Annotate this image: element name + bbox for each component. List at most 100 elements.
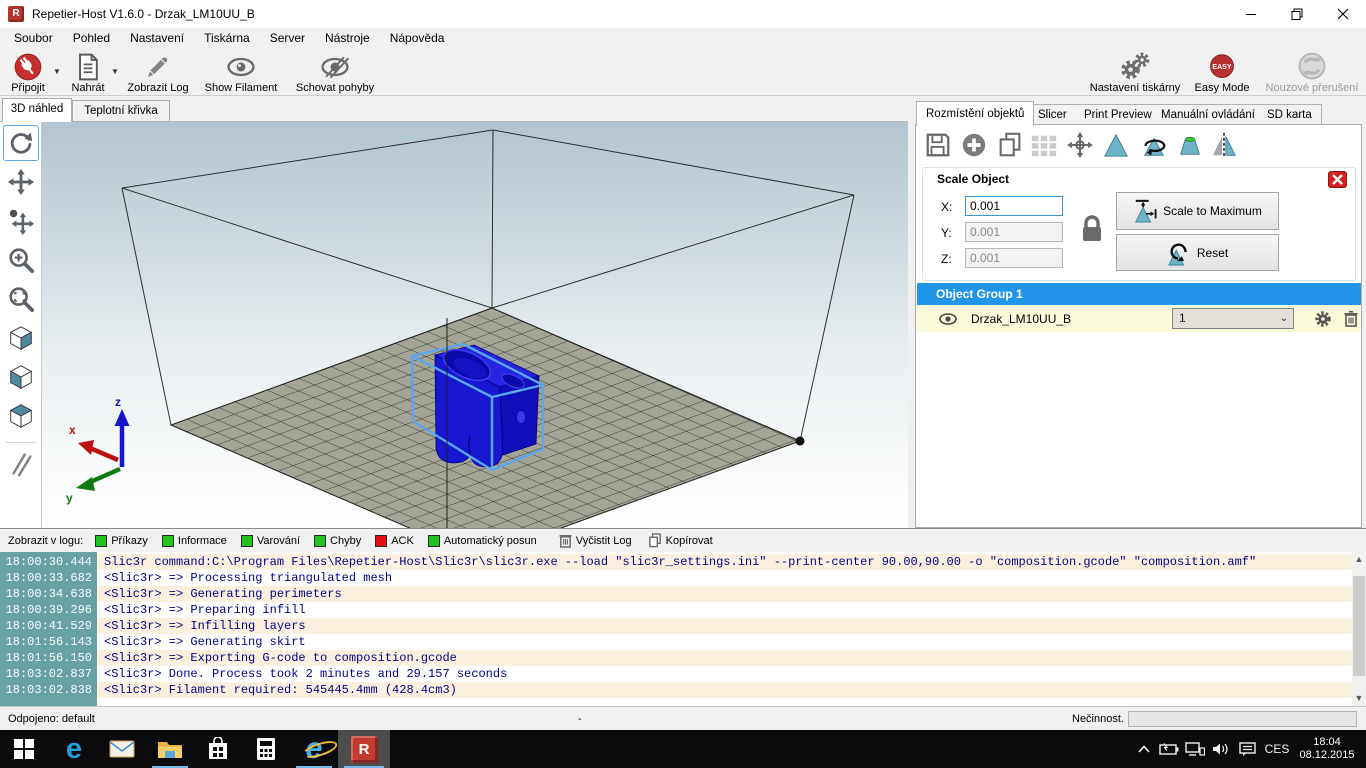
object-copies-value: 1 <box>1179 311 1186 325</box>
autoposition-button <box>1028 129 1060 161</box>
toggle-info[interactable]: Informace <box>162 535 227 547</box>
lock-aspect-button[interactable] <box>1078 212 1106 246</box>
zoom-button[interactable] <box>3 242 39 278</box>
scale-close-button[interactable] <box>1328 171 1347 188</box>
menu-nastroje[interactable]: Nástroje <box>315 28 380 48</box>
tray-chevron[interactable] <box>1132 730 1156 768</box>
scale-object-button[interactable] <box>1100 129 1132 161</box>
save-composition-button[interactable] <box>922 129 954 161</box>
tab-print-preview[interactable]: Print Preview <box>1075 104 1162 125</box>
show-log-button[interactable]: Zobrazit Log <box>124 50 192 94</box>
tray-network[interactable] <box>1182 730 1208 768</box>
scale-x-input[interactable] <box>965 196 1063 216</box>
object-copies-select[interactable]: 1 ⌄ <box>1172 308 1294 329</box>
rotate-object-icon <box>1139 131 1169 159</box>
scale-z-label: Z: <box>941 252 952 266</box>
toggle-commands[interactable]: Příkazy <box>95 535 148 547</box>
reset-button[interactable]: Reset <box>1116 234 1279 271</box>
toggle-ack[interactable]: ACK <box>375 535 414 547</box>
taskbar-store[interactable] <box>194 730 242 768</box>
show-filament-button[interactable]: Show Filament <box>198 50 284 94</box>
log-filter-bar: Zobrazit v logu: Příkazy Informace Varov… <box>0 528 1366 552</box>
move-object-button[interactable] <box>3 203 39 239</box>
menu-pohled[interactable]: Pohled <box>63 28 120 48</box>
mirror-object-button[interactable] <box>1208 129 1240 161</box>
close-x-icon <box>1332 174 1343 185</box>
close-button[interactable] <box>1320 0 1366 28</box>
tab-slicer[interactable]: Slicer <box>1029 104 1077 125</box>
tray-language[interactable]: CES <box>1260 730 1294 768</box>
menu-tiskarna[interactable]: Tiskárna <box>194 28 260 48</box>
rotate-view-button[interactable] <box>3 125 39 161</box>
menu-napoveda[interactable]: Nápověda <box>380 28 455 48</box>
parallel-projection-button[interactable] <box>3 446 39 482</box>
restore-button[interactable] <box>1274 0 1320 28</box>
copy-log-button[interactable]: Kopírovat <box>648 533 713 548</box>
object-delete-button[interactable] <box>1344 311 1358 327</box>
tab-object-placement[interactable]: Rozmístění objektů <box>916 101 1034 126</box>
printer-settings-button[interactable]: Nastavení tiskárny <box>1085 50 1185 94</box>
front-view-button[interactable] <box>3 359 39 395</box>
scroll-down-icon[interactable]: ▼ <box>1352 691 1366 706</box>
scale-to-maximum-button[interactable]: Scale to Maximum <box>1116 192 1279 230</box>
load-button[interactable]: Nahrát <box>64 50 112 94</box>
log-output[interactable]: 18:00:30.444Slic3r command:C:\Program Fi… <box>0 552 1366 706</box>
fit-view-button[interactable] <box>3 281 39 317</box>
log-row: 18:00:33.682<Slic3r> => Processing trian… <box>0 570 1352 586</box>
object-group-header[interactable]: Object Group 1 <box>917 283 1361 305</box>
taskbar-repetier-host[interactable]: R <box>338 730 390 768</box>
connection-status: Odpojeno: default <box>8 713 95 725</box>
log-row: 18:01:56.143<Slic3r> => Generating skirt <box>0 634 1352 650</box>
tray-notifications[interactable] <box>1234 730 1260 768</box>
tray-battery[interactable] <box>1156 730 1182 768</box>
taskbar-file-explorer[interactable] <box>146 730 194 768</box>
scroll-thumb[interactable] <box>1353 576 1365 676</box>
copy-object-button[interactable] <box>994 129 1026 161</box>
object-list-row[interactable]: Drzak_LM10UU_B 1 ⌄ <box>917 305 1361 332</box>
move-object-icon <box>7 207 35 235</box>
tab-sd-card[interactable]: SD karta <box>1258 104 1322 125</box>
network-icon <box>1185 742 1205 756</box>
connect-button[interactable]: Připojit <box>4 50 52 94</box>
tab-3d-preview[interactable]: 3D náhled <box>2 98 72 122</box>
menu-nastaveni[interactable]: Nastavení <box>120 28 194 48</box>
move-view-button[interactable] <box>3 164 39 200</box>
tray-volume[interactable] <box>1208 730 1234 768</box>
panel-splitter[interactable] <box>908 96 915 528</box>
add-object-button[interactable] <box>958 129 990 161</box>
tray-clock[interactable]: 18:04 08.12.2015 <box>1294 730 1360 768</box>
log-scrollbar[interactable]: ▲ ▼ <box>1352 552 1366 706</box>
taskbar-calculator[interactable] <box>242 730 290 768</box>
load-dropdown[interactable]: ▼ <box>110 64 120 80</box>
easy-mode-button[interactable]: EASY Easy Mode <box>1191 50 1253 94</box>
battery-icon <box>1159 743 1179 755</box>
object-visibility-toggle[interactable] <box>939 312 957 326</box>
taskbar-edge[interactable]: e <box>50 730 98 768</box>
log-row: 18:03:02.837<Slic3r> Done. Process took … <box>0 666 1352 682</box>
minimize-button[interactable] <box>1228 0 1274 28</box>
taskbar-mail[interactable] <box>98 730 146 768</box>
toggle-warnings[interactable]: Varování <box>241 535 300 547</box>
hide-moves-button[interactable]: Schovat pohyby <box>290 50 380 94</box>
log-row: 18:03:02.838<Slic3r> Filament required: … <box>0 682 1352 698</box>
toggle-errors[interactable]: Chyby <box>314 535 361 547</box>
isometric-view-button[interactable] <box>3 320 39 356</box>
tab-temperature-curve[interactable]: Teplotní křivka <box>72 100 170 122</box>
center-object-button[interactable] <box>1064 129 1096 161</box>
toggle-autoscroll[interactable]: Automatický posun <box>428 535 537 547</box>
object-settings-button[interactable] <box>1315 311 1331 327</box>
scroll-up-icon[interactable]: ▲ <box>1352 552 1366 567</box>
connect-dropdown[interactable]: ▼ <box>52 64 62 80</box>
3d-viewport[interactable]: z x y <box>42 122 908 528</box>
menu-soubor[interactable]: Soubor <box>4 28 63 48</box>
taskbar-internet-explorer[interactable]: e <box>290 730 338 768</box>
rotate-object-button[interactable] <box>1138 129 1170 161</box>
top-view-button[interactable] <box>3 398 39 434</box>
lay-flat-button[interactable] <box>1174 129 1206 161</box>
windows-logo-icon <box>14 739 34 759</box>
menu-server[interactable]: Server <box>260 28 315 48</box>
tab-manual-control[interactable]: Manuální ovládání <box>1152 104 1265 125</box>
svg-text:x: x <box>69 423 76 437</box>
start-button[interactable] <box>0 730 48 768</box>
clear-log-button[interactable]: Vyčistit Log <box>559 533 632 548</box>
